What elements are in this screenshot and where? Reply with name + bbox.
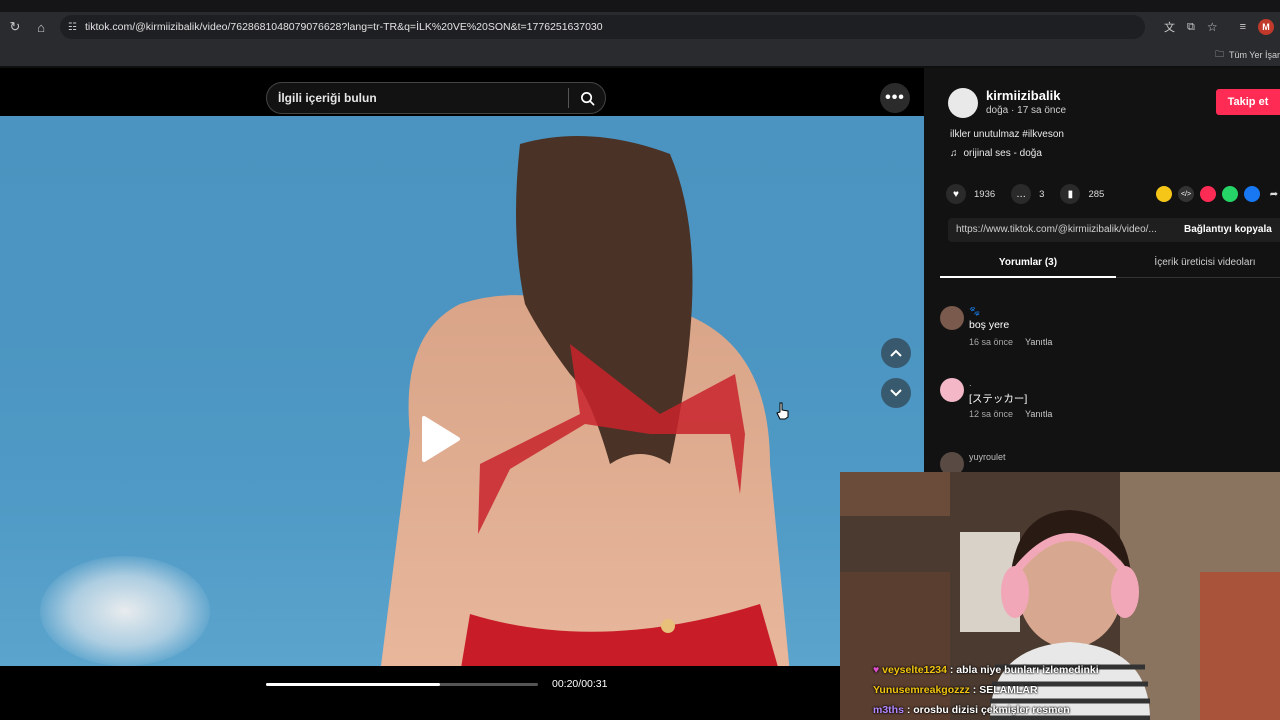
search-icon [580,91,594,105]
embed-icon[interactable]: </> [1178,186,1194,202]
progress-fill [266,683,441,686]
video-cloud-shape [40,556,210,666]
author-avatar[interactable] [948,88,978,118]
stats-row: ♥ 1936 … 3 ▮ 285 [946,184,1112,204]
tab-comments[interactable]: Yorumlar (3) [940,257,1116,278]
chat-user: Yunusemreakgozzz [873,684,970,696]
share-arrow-icon[interactable]: ➦ [1266,186,1280,202]
sound-row[interactable]: ♫ orijinal ses - doğa [950,148,1042,159]
video-subject-figure [381,136,790,666]
bookmarks-bar: 🗀 Tüm Yer İşar [0,42,1280,66]
share-icons: </> ➦ [1156,186,1280,202]
stream-chat-overlay: ♥ veyselte1234 : abla niye bunları izlem… [873,660,1273,720]
more-icon: ••• [885,89,905,106]
repost-icon[interactable] [1156,186,1172,202]
author-meta: doğa · 17 sa önce [986,105,1067,116]
previous-video-button[interactable] [881,338,911,368]
comment-icon[interactable]: … [1011,184,1032,204]
comment-tabs: Yorumlar (3) İçerik üreticisi videoları [940,252,1280,278]
follow-button[interactable]: Takip et [1216,89,1280,115]
link-row: https://www.tiktok.com/@kirmiizibalik/vi… [948,218,1280,242]
reading-list-icon[interactable]: ≡ [1240,21,1246,33]
reply-button[interactable]: Yanıtla [1025,409,1052,419]
whatsapp-icon[interactable] [1222,186,1238,202]
search-box [266,82,606,114]
translate-icon[interactable]: 文 [1164,19,1175,35]
chat-message: ♥ veyselte1234 : abla niye bunları izlem… [873,660,1273,680]
bookmark-icon[interactable]: ▮ [1060,184,1081,204]
folder-icon: 🗀 [1214,49,1224,59]
reply-button[interactable]: Yanıtla [1025,337,1052,347]
progress-bar[interactable] [266,683,538,686]
video-frame[interactable] [0,116,924,666]
bookmark-star-icon[interactable]: ☆ [1207,20,1218,34]
comment-user[interactable]: yuyroulet [969,452,1006,462]
comment-count: 3 [1039,188,1045,200]
author-name[interactable]: kirmiizibalik [986,88,1060,103]
chat-text: : orosbu dizisi çekmişler resmen [903,704,1070,716]
comment-text: [ステッカー] [969,393,1028,405]
browser-tab-strip [0,0,1280,12]
player-controls: 00:20/00:31 [0,666,924,720]
home-icon[interactable]: ⌂ [28,14,54,40]
comment-avatar[interactable] [940,306,964,330]
tab-creator-videos[interactable]: İçerik üreticisi videoları [1130,257,1280,268]
heart-icon[interactable]: ♥ [946,184,966,204]
browser-toolbar: ↻ ⌂ ☷ tiktok.com/@kirmiizibalik/video/76… [0,12,1280,42]
time-display: 00:20/00:31 [552,678,608,690]
chat-text: : SELAMLAR [969,684,1038,696]
video-player-area: ••• 00:20/00 [0,68,924,720]
copy-link-button[interactable]: Bağlantıyı kopyala [1184,224,1272,235]
music-note-icon: ♫ [950,148,958,159]
send-icon[interactable] [1200,186,1216,202]
search-button[interactable] [569,83,605,113]
chat-badge-icon: ♥ [873,664,880,676]
comment-time: 12 sa önce [969,409,1014,419]
save-count: 285 [1088,188,1105,200]
comment-user[interactable]: 🐾 [969,306,980,317]
comment-text: boş yere [969,319,1010,331]
site-info-icon[interactable]: ☷ [68,22,77,33]
comment-meta: 12 sa önce Yanıtla [969,409,1052,419]
reload-icon[interactable]: ↻ [2,14,28,40]
profile-avatar[interactable]: M [1258,19,1274,35]
chat-user: veyselte1234 [882,664,947,676]
search-input[interactable] [267,91,568,105]
chevron-up-icon [890,349,902,357]
facebook-icon[interactable] [1244,186,1260,202]
chat-user: m3ths [873,704,904,716]
chat-message: m3ths : orosbu dizisi çekmişler resmen [873,700,1273,720]
chevron-down-icon [890,389,902,397]
all-bookmarks-label: Tüm Yer İşar [1228,50,1280,60]
comment-user[interactable]: . [969,378,972,388]
video-topbar: ••• [0,68,924,116]
chat-message: Yunusemreakgozzz : SELAMLAR [873,680,1273,700]
comment-meta: 16 sa önce Yanıtla [969,337,1052,347]
sound-name: orijinal ses - doğa [963,148,1042,159]
comment-time: 16 sa önce [969,337,1014,347]
play-icon[interactable] [418,414,462,464]
next-video-button[interactable] [881,378,911,408]
chat-text: : abla niye bunları izlemedinki [946,664,1099,676]
address-bar[interactable]: ☷ tiktok.com/@kirmiizibalik/video/762868… [60,15,1145,39]
install-app-icon[interactable]: ⧉ [1187,21,1195,34]
all-bookmarks-button[interactable]: 🗀 Tüm Yer İşar [1215,47,1280,63]
post-link[interactable]: https://www.tiktok.com/@kirmiizibalik/vi… [956,224,1157,235]
url-text: tiktok.com/@kirmiizibalik/video/76286810… [84,21,603,33]
like-count: 1936 [974,188,996,200]
more-options-button[interactable]: ••• [880,83,910,113]
hand-cursor-icon [776,402,789,420]
comment-avatar[interactable] [940,378,964,402]
post-caption: ilkler unutulmaz #ilkveson [950,129,1064,140]
